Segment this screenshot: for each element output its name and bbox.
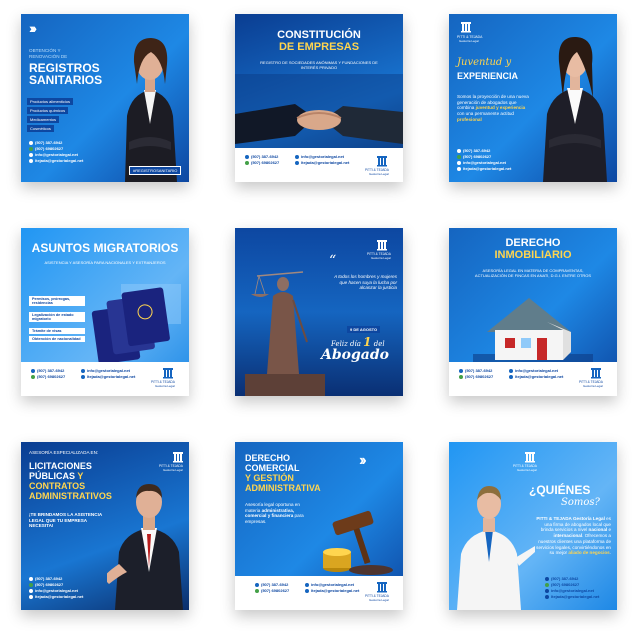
contact-block-email: info@gestorialegal.net ltejada@gestorial… [305, 582, 359, 594]
card-title-line2: INMOBILIARIO [494, 249, 572, 261]
pillar-logo-icon [461, 22, 471, 33]
quote-mark-icon: “ [329, 253, 337, 269]
date-badge: 9 DE AGOSTO [347, 326, 381, 333]
list-item: Obtención de nacionalidad [29, 336, 85, 342]
card-derecho-comercial[interactable]: DERECHO COMERCIAL Y GESTIÓN ADMINISTRATI… [235, 442, 403, 610]
list-item: Productos químicos [27, 107, 69, 114]
card-subtitle: OBTENCIÓN Y RENOVACIÓN DE [29, 48, 68, 59]
contact-block-email: info@gestorialegal.net ltejada@gestorial… [81, 368, 135, 380]
card-subtitle: REGISTRO DE SOCIEDADES ANÓNIMAS Y FUNDAC… [260, 60, 378, 71]
businesswoman-photo [125, 38, 177, 182]
brand-subtitle: Gestoría Legal [517, 468, 537, 472]
quote-text: A todos los hombres y mujeres que hacen … [334, 274, 397, 291]
contact-block: (507) 387-6942 (507) 69802627 info@gesto… [545, 576, 599, 600]
card-title-line2: DE EMPRESAS [278, 41, 360, 53]
pillar-logo-icon [377, 156, 387, 167]
list-item: Productos alimenticios [27, 98, 74, 105]
card-title: DERECHO [505, 237, 561, 249]
social-post-grid: ››› OBTENCIÓN Y RENOVACIÓN DE REGISTROS … [0, 0, 634, 637]
card-constitucion-empresas[interactable]: CONSTITUCIÓN DE EMPRESAS REGISTRO DE SOC… [235, 14, 403, 182]
card-body: ¡TE BRINDAMOS LA ASISTENCIA LEGAL QUE TU… [29, 512, 102, 529]
card-body: Somos la proyección de una nueva generac… [457, 94, 529, 122]
list-item: Cosméticos [27, 125, 54, 132]
list-item: Medicamentos [27, 116, 60, 123]
list-item: Trámite de visas [29, 328, 85, 334]
pillar-logo-icon [377, 240, 387, 251]
lady-justice-statue-photo [245, 271, 325, 396]
list-item: Legalización de estado migratorio [29, 312, 85, 322]
contact-block: (507) 387-6942 (507) 69802627 [255, 582, 289, 594]
card-kicker: ASESORÍA ESPECIALIZADA EN: [29, 450, 99, 455]
contact-block: (507) 387-6942 (507) 69802627 info@gesto… [457, 148, 511, 172]
businessman-photo [107, 484, 183, 610]
brand-subtitle: Gestoría Legal [459, 39, 479, 43]
contact-block: (507) 387-6942 (507) 69802627 [459, 368, 493, 380]
card-licitaciones-publicas[interactable]: ASESORÍA ESPECIALIZADA EN: LICITACIONES … [21, 442, 189, 610]
card-title: ASUNTOS MIGRATORIOS [31, 241, 179, 255]
contact-block-email: info@gestorialegal.net ltejada@gestorial… [509, 368, 563, 380]
card-juventud-experiencia[interactable]: PITTI & TEJADA Gestoría Legal Juventud y… [449, 14, 617, 182]
pillar-logo-icon [525, 452, 535, 463]
pillar-logo-icon [163, 368, 173, 379]
card-registros-sanitarios[interactable]: ››› OBTENCIÓN Y RENOVACIÓN DE REGISTROS … [21, 14, 189, 182]
chevron-right-icon: ›› [359, 452, 366, 469]
pillar-logo-icon [377, 582, 387, 593]
contact-block: (507) 387-6942 (507) 69802627 [245, 154, 279, 166]
card-title: ¿QUIÉNES [529, 483, 591, 497]
card-title-line4: ADMINISTRATIVA [245, 483, 321, 493]
card-dia-del-abogado[interactable]: PITTI & TEJADA Gestoría Legal “ A todos … [235, 228, 403, 396]
chevron-right-icon: ››› [29, 20, 37, 36]
businesswoman-photo [543, 36, 607, 182]
card-derecho-inmobiliario[interactable]: DERECHO INMOBILIARIO ASESORÍA LEGAL EN M… [449, 228, 617, 396]
brand-subtitle: Gestoría Legal [369, 172, 389, 176]
list-item: Permisos, prórrogas, residencias [29, 296, 85, 306]
card-title: Juventud y [457, 57, 512, 68]
brand-subtitle: Gestoría Legal [371, 256, 391, 260]
card-title-line4: ADMINISTRATIVOS [29, 491, 112, 501]
brand-subtitle: Gestoría Legal [583, 384, 603, 388]
card-subtitle: ASESORÍA LEGAL EN MATERIA DE COMPRAVENTA… [474, 268, 592, 279]
contact-block: (507) 387-6942 (507) 69802627 info@gesto… [29, 576, 83, 600]
card-subtitle: ASISTENCIA Y ASESORÍA PARA NACIONALES Y … [44, 260, 166, 265]
young-man-photo [457, 486, 535, 610]
card-title-line2: Somos? [561, 497, 600, 508]
house-model-photo [473, 298, 593, 368]
pillar-logo-icon [591, 368, 601, 379]
brand-subtitle: Gestoría Legal [369, 598, 389, 602]
pillar-logo-icon [173, 452, 183, 463]
card-asuntos-migratorios[interactable]: ASUNTOS MIGRATORIOS ASISTENCIA Y ASESORÍ… [21, 228, 189, 396]
card-body: PITTI & TEJADA Gestoría Legal es una fir… [536, 516, 611, 556]
card-title: CONSTITUCIÓN [277, 29, 361, 41]
brand-subtitle: Gestoría Legal [155, 384, 175, 388]
gavel-coins-photo [323, 510, 393, 575]
contact-block-email: info@gestorialegal.net ltejada@gestorial… [295, 154, 349, 166]
card-body: Asesoría legal oportuna en materia admin… [245, 502, 304, 525]
handshake-photo [235, 74, 403, 158]
hashtag-badge: #REGISTROSANITARIO [129, 166, 182, 175]
card-quienes-somos[interactable]: PITTI & TEJADA Gestoría Legal ¿QUIÉNES S… [449, 442, 617, 610]
card-title-line2: SANITARIOS [29, 73, 103, 87]
passport-photo [91, 284, 181, 364]
contact-block: (507) 387-6942 (507) 69802627 info@gesto… [29, 140, 83, 164]
card-title-line2: EXPERIENCIA [457, 71, 519, 81]
greeting-line2: Abogado [321, 347, 389, 363]
contact-block: (507) 387-6942 (507) 69802627 [31, 368, 65, 380]
